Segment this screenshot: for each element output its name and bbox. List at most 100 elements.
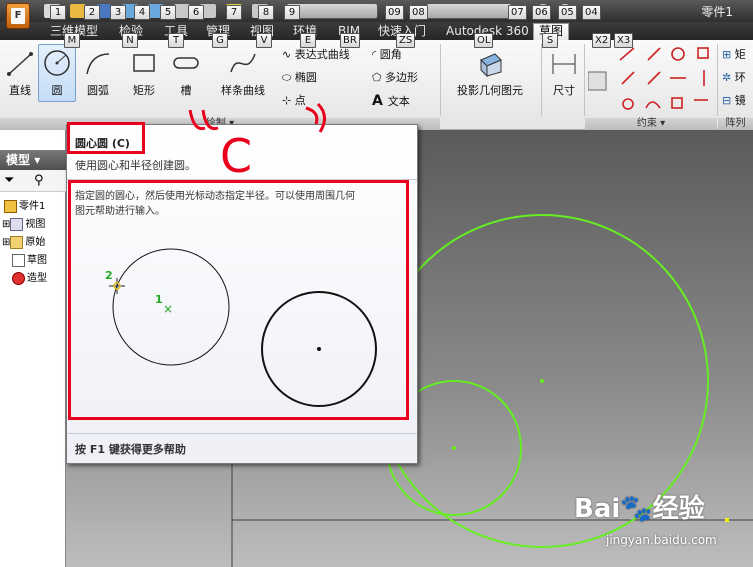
tree-item-origin[interactable]: ⊞ 原始 <box>2 234 45 251</box>
collinear-icon <box>647 47 661 61</box>
constraint-icons <box>588 47 709 110</box>
tree-item-sketch[interactable]: 草图 <box>12 252 47 269</box>
ribbon-divider <box>541 44 542 116</box>
text-button[interactable]: A 文本 <box>372 92 410 110</box>
parallel-icon <box>621 71 635 85</box>
keytip: N <box>122 33 138 48</box>
sketch-icon <box>12 253 25 267</box>
constrain-panel-title[interactable]: 约束 ▾ <box>585 118 717 130</box>
keytip: X2 <box>592 33 612 48</box>
circle-tool-button[interactable]: 圆 <box>37 42 77 102</box>
project-geometry-button[interactable]: 投影几何图元 <box>452 42 528 102</box>
keytip: G <box>212 33 228 48</box>
ribbon-divider <box>584 44 585 116</box>
dimension-icon <box>552 54 576 74</box>
tree-item-form[interactable]: 造型 <box>12 270 47 287</box>
window-title: 零件1 <box>701 5 733 19</box>
dimension-button[interactable]: 尺寸 <box>544 42 584 102</box>
equation-curve-icon: ∿ <box>282 48 295 61</box>
paw-icon: 🐾 <box>620 494 653 524</box>
ribbon-divider <box>717 44 718 116</box>
slot-icon <box>173 57 199 69</box>
circular-array-icon: ✲ <box>722 71 735 84</box>
arc-icon <box>86 53 110 75</box>
keytip: 09 <box>385 5 404 20</box>
keytip: 6 <box>188 5 204 20</box>
tangent-icon <box>622 98 634 110</box>
ribbon: 直线 圆 圆弧 矩形 槽 样条曲线 ∿ 表达式曲线 ⬭ 椭圆 ⊹ 点 ◜ 圆角 … <box>0 40 753 130</box>
keytip: 08 <box>409 5 428 20</box>
part-icon <box>4 199 17 213</box>
arc-tool-button[interactable]: 圆弧 <box>78 42 118 102</box>
appearance-dropdown[interactable] <box>426 3 512 19</box>
highlight-title-box <box>67 122 145 154</box>
tooltip-description: 使用圆心和半径创建圆。 <box>75 159 196 172</box>
keytip: 7 <box>226 5 242 20</box>
spline-tool-button[interactable]: 样条曲线 <box>218 42 268 102</box>
model-browser: 模型 ▾ ⏷ ⚲ 零件1 ⊞ 视图 ⊞ 原始 草图 造型 <box>0 130 66 567</box>
keytip: 1 <box>50 5 66 20</box>
rectangular-array-icon: ⊞ <box>722 48 735 61</box>
keytip: 8 <box>258 5 274 20</box>
fillet-button[interactable]: ◜ 圆角 <box>372 46 402 64</box>
keytip: 2 <box>84 5 100 20</box>
browser-toolbar: ⏷ ⚲ <box>0 170 66 192</box>
ellipse-icon: ⬭ <box>282 71 295 84</box>
small-circle-center <box>452 446 456 450</box>
perpendicular-icon <box>647 71 661 85</box>
rectangle-icon <box>133 54 155 72</box>
show-constraints-icon <box>588 71 607 91</box>
keytip: 06 <box>532 5 551 20</box>
tooltip-divider <box>67 433 417 434</box>
line-icon <box>7 52 33 76</box>
find-icon[interactable]: ⚲ <box>34 173 44 188</box>
large-circle-center <box>540 379 544 383</box>
text-icon: A <box>372 93 388 109</box>
point-button[interactable]: ⊹ 点 <box>282 92 306 110</box>
polygon-button[interactable]: ⬠ 多边形 <box>372 69 418 87</box>
ribbon-divider <box>440 44 441 116</box>
keytip: 05 <box>558 5 577 20</box>
highlight-body-box <box>68 180 409 420</box>
polygon-icon: ⬠ <box>372 71 386 84</box>
filter-icon[interactable]: ⏷ <box>4 173 14 188</box>
equation-curve-button[interactable]: ∿ 表达式曲线 <box>282 46 350 64</box>
coincident-icon <box>619 47 635 61</box>
inventor-window: 零件1 F 三维模型 检验 工具 管理 视图 环境 BIM 快速入门 Autod… <box>0 0 753 567</box>
smooth-icon <box>645 101 661 109</box>
tree-item-view[interactable]: ⊞ 视图 <box>2 216 45 233</box>
browser-header[interactable]: 模型 ▾ <box>0 150 66 170</box>
circle-icon <box>44 50 70 76</box>
watermark-url: jingyan.baidu.com <box>606 533 717 547</box>
expand-icon[interactable]: ⊞ <box>2 219 10 230</box>
array-panel-title[interactable]: 阵列 <box>718 118 753 130</box>
rectangular-array-button[interactable]: ⊞ 矩 <box>722 46 746 64</box>
line-tool-button[interactable]: 直线 <box>0 42 40 102</box>
keytip: ZS <box>396 33 416 48</box>
keytip: OL <box>474 33 494 48</box>
baidu-watermark: Bai🐾经验 <box>574 494 705 524</box>
keytip: 5 <box>160 5 176 20</box>
keytip: V <box>256 33 272 48</box>
expand-icon[interactable]: ⊞ <box>2 237 10 248</box>
application-menu-button[interactable]: F <box>6 3 30 29</box>
error-icon <box>12 271 25 285</box>
keytip: 07 <box>508 5 527 20</box>
rectangle-tool-button[interactable]: 矩形 <box>124 42 164 102</box>
ellipse-button[interactable]: ⬭ 椭圆 <box>282 69 317 87</box>
keytip: T <box>168 33 184 48</box>
keytip: E <box>300 33 316 48</box>
mirror-button[interactable]: ⊟ 镜 <box>722 92 746 110</box>
tooltip-help: 按 F1 键获得更多帮助 <box>75 443 186 456</box>
point-icon: ⊹ <box>282 94 295 107</box>
concentric-icon <box>671 47 685 61</box>
spline-icon <box>230 53 256 73</box>
keytip: X3 <box>614 33 634 48</box>
circular-array-button[interactable]: ✲ 环 <box>722 69 746 87</box>
slot-tool-button[interactable]: 槽 <box>166 42 206 102</box>
keytip: S <box>542 33 558 48</box>
fix-icon <box>697 47 709 59</box>
ribbon-tab-row: 三维模型 检验 工具 管理 视图 环境 BIM 快速入门 Autodesk 36… <box>0 22 753 40</box>
view-icon <box>10 217 24 231</box>
tree-item-part[interactable]: 零件1 <box>4 198 45 215</box>
